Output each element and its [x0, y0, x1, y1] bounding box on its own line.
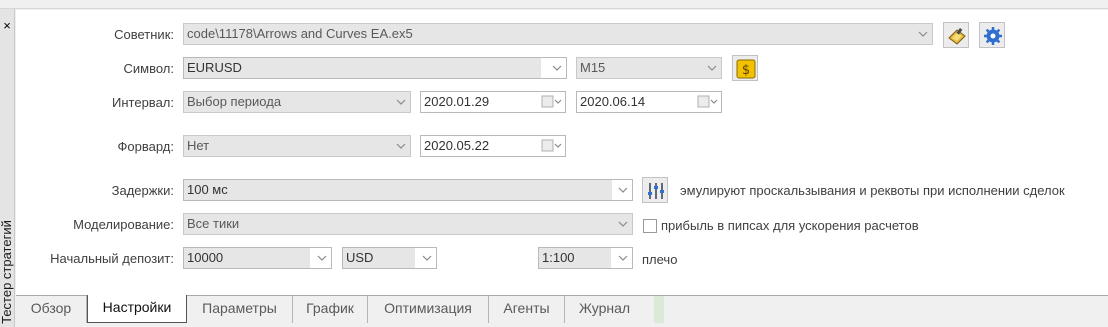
forward-label: Форвард:	[117, 139, 174, 154]
forward-date-picker[interactable]: 2020.05.22	[420, 135, 566, 157]
tab-parameters[interactable]: Параметры	[187, 296, 293, 323]
deposit-value: 10000	[184, 248, 310, 268]
symbol-value: EURUSD	[184, 58, 541, 78]
tab-strip-indicator	[654, 296, 664, 323]
chevron-down-icon	[706, 63, 718, 73]
currency-value: USD	[343, 248, 415, 268]
leverage-value: 1:100	[539, 248, 611, 268]
gear-icon[interactable]	[979, 22, 1005, 48]
close-icon[interactable]: ×	[1, 19, 13, 33]
modeling-value: Все тики	[187, 216, 240, 231]
svg-text:$: $	[742, 63, 750, 78]
timeframe-value: M15	[580, 60, 606, 75]
delays-select[interactable]: 100 мс	[183, 179, 633, 201]
chevron-down-icon	[421, 253, 433, 263]
tab-optimization[interactable]: Оптимизация	[368, 296, 489, 323]
chevron-down-icon	[917, 29, 929, 39]
chevron-down-icon	[316, 253, 328, 263]
deposit-select[interactable]: 10000	[183, 247, 332, 269]
chevron-down-icon	[395, 97, 407, 107]
leverage-select[interactable]: 1:100	[538, 247, 633, 269]
timeframe-select[interactable]: M15	[576, 57, 722, 79]
delays-value: 100 мс	[184, 180, 612, 200]
delays-note: эмулируют проскальзывания и реквоты при …	[680, 183, 1065, 198]
forward-select[interactable]: Нет	[183, 135, 411, 157]
edit-ea-icon[interactable]	[943, 22, 969, 48]
currency-select[interactable]: USD	[342, 247, 437, 269]
side-panel: × Тестер стратегий	[0, 9, 15, 327]
tab-overview[interactable]: Обзор	[16, 296, 87, 323]
pips-profit-label: прибыль в пипсах для ускорения расчетов	[661, 218, 919, 233]
advisor-select[interactable]: code\11178\Arrows and Curves EA.ex5	[183, 23, 933, 45]
pips-profit-checkbox[interactable]	[643, 219, 657, 233]
modeling-select[interactable]: Все тики	[183, 213, 633, 235]
interval-select[interactable]: Выбор периода	[183, 91, 411, 113]
date-to-picker[interactable]: 2020.06.14	[576, 91, 722, 113]
leverage-label: плечо	[642, 252, 678, 267]
tab-settings[interactable]: Настройки	[87, 295, 187, 323]
calendar-icon[interactable]	[697, 95, 719, 109]
interval-label: Интервал:	[112, 95, 174, 110]
advisor-label: Советник:	[114, 27, 174, 42]
tab-bar: Обзор Настройки Параметры График Оптимиз…	[16, 295, 1108, 327]
strategy-tester-window: × Тестер стратегий Советник: code\11178\…	[0, 0, 1108, 327]
date-to-value: 2020.06.14	[580, 94, 646, 109]
deposit-label: Начальный депозит:	[50, 251, 174, 266]
chevron-down-icon	[551, 63, 563, 73]
symbol-select[interactable]: EURUSD	[183, 57, 567, 79]
date-from-picker[interactable]: 2020.01.29	[420, 91, 566, 113]
chevron-down-icon	[395, 141, 407, 151]
top-strip	[0, 0, 1108, 9]
settings-form: Советник: code\11178\Arrows and Curves E…	[16, 10, 1108, 295]
chevron-down-icon	[617, 219, 629, 229]
tab-chart[interactable]: График	[293, 296, 368, 323]
chevron-down-icon	[617, 253, 629, 263]
advisor-value: code\11178\Arrows and Curves EA.ex5	[187, 26, 413, 41]
modeling-label: Моделирование:	[73, 217, 174, 232]
forward-value: Нет	[187, 138, 210, 153]
symbol-label: Символ:	[123, 61, 175, 76]
interval-value: Выбор периода	[187, 94, 282, 109]
date-from-value: 2020.01.29	[424, 94, 490, 109]
tab-journal[interactable]: Журнал	[565, 296, 644, 323]
symbol-properties-icon[interactable]: $	[732, 55, 758, 81]
forward-date-value: 2020.05.22	[424, 138, 490, 153]
sliders-icon[interactable]	[642, 177, 668, 203]
panel-title: Тестер стратегий	[0, 220, 14, 324]
tab-agents[interactable]: Агенты	[489, 296, 565, 323]
calendar-icon[interactable]	[541, 139, 563, 153]
calendar-icon[interactable]	[541, 95, 563, 109]
delays-label: Задержки:	[111, 183, 174, 198]
chevron-down-icon	[617, 185, 629, 195]
